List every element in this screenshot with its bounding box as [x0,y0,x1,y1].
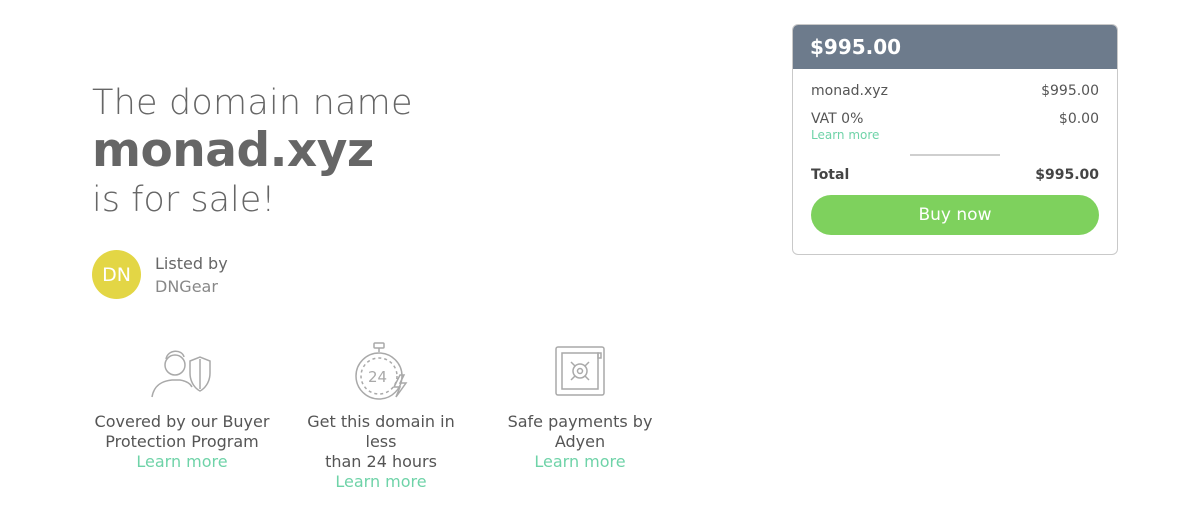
vat-label: VAT 0% [811,111,864,127]
total-row: Total $995.00 [811,167,1099,183]
feature-line1: Get this domain in less [307,412,455,451]
feature-buyer-protection: Covered by our Buyer Protection Program … [92,338,272,492]
learn-more-link[interactable]: Learn more [490,452,670,472]
card-body: monad.xyz $995.00 VAT 0% $0.00 Learn mor… [793,69,1117,235]
features: Covered by our Buyer Protection Program … [92,338,689,492]
feature-line2: than 24 hours [325,452,437,471]
buyer-protection-icon [92,338,272,404]
line-item: monad.xyz $995.00 [811,83,1099,99]
price-card: $995.00 monad.xyz $995.00 VAT 0% $0.00 L… [792,24,1118,255]
seller-info: DN Listed by DNGear [92,250,228,299]
safe-icon [490,338,670,404]
buy-now-button[interactable]: Buy now [811,195,1099,235]
vat-value: $0.00 [1058,111,1099,127]
svg-text:24: 24 [368,368,387,386]
hero: The domain name monad.xyz is for sale! [92,82,413,222]
learn-more-link[interactable]: Learn more [291,472,471,492]
hero-intro: The domain name [92,83,413,123]
seller-name[interactable]: DNGear [155,275,228,298]
listed-by-label: Listed by [155,253,228,273]
feature-line1: Covered by our Buyer [94,412,270,431]
total-label: Total [811,167,850,183]
feature-line1: Safe payments by [507,412,653,431]
item-name: monad.xyz [811,83,888,99]
feature-safe-payments: Safe payments by Adyen Learn more [490,338,670,492]
feature-line2: Adyen [554,432,606,451]
domain-name: monad.xyz [92,123,374,178]
divider [910,154,1000,156]
seller-text: Listed by DNGear [155,252,228,298]
total-value: $995.00 [1035,167,1099,183]
feature-fast-transfer: 24 Get this domain in less than 24 hours… [291,338,471,492]
feature-line2: Protection Program [105,432,259,451]
avatar: DN [92,250,141,299]
card-header-price: $995.00 [793,25,1117,69]
stopwatch-24-icon: 24 [291,338,471,404]
vat-learn-more-link[interactable]: Learn more [811,128,1099,142]
learn-more-link[interactable]: Learn more [92,452,272,472]
item-price: $995.00 [1041,83,1099,99]
vat-row: VAT 0% $0.00 [811,111,1099,127]
hero-for-sale: is for sale! [92,180,276,220]
